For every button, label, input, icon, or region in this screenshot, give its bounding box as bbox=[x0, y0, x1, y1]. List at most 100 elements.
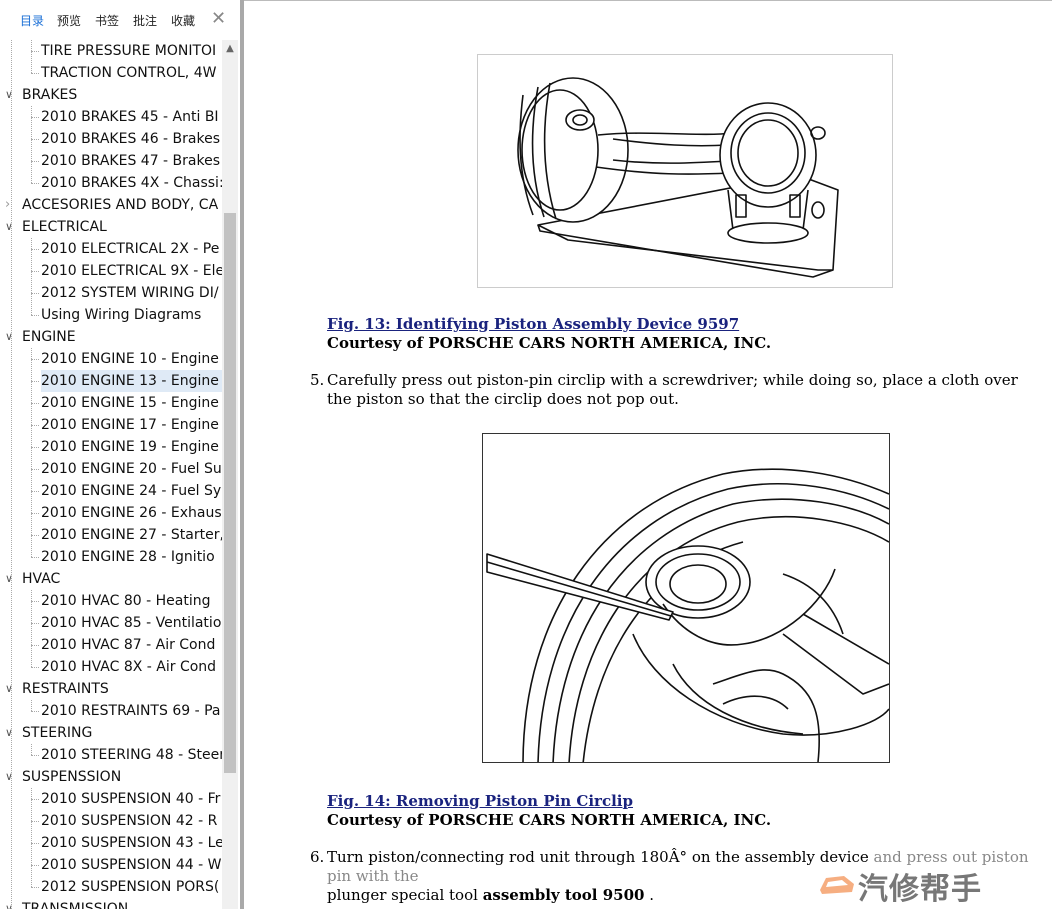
tool-name: assembly tool 9500 bbox=[482, 886, 645, 904]
toc-label: 2010 SUSPENSION 42 - R bbox=[41, 813, 218, 829]
tree-connector bbox=[31, 106, 32, 183]
tree-connector bbox=[31, 249, 39, 250]
toc-item[interactable]: 2010 HVAC 80 - Heating bbox=[0, 590, 222, 612]
toc-item[interactable]: 2010 ENGINE 28 - Ignitio bbox=[0, 546, 222, 568]
toc-category[interactable]: ∨ BRAKES bbox=[0, 84, 222, 106]
toc-item[interactable]: 2010 BRAKES 47 - Brakes bbox=[0, 150, 222, 172]
toc-item[interactable]: 2010 ENGINE 27 - Starter, bbox=[0, 524, 222, 546]
figure-14-image bbox=[482, 433, 890, 763]
toc-item[interactable]: 2010 SUSPENSION 40 - Fr bbox=[0, 788, 222, 810]
tree-connector bbox=[31, 700, 32, 711]
figure-14-courtesy: Courtesy of PORSCHE CARS NORTH AMERICA, … bbox=[327, 811, 772, 829]
toc-item[interactable]: 2010 SUSPENSION 42 - R bbox=[0, 810, 222, 832]
tab-favorites[interactable]: 收藏 bbox=[171, 12, 195, 29]
tree-connector bbox=[31, 887, 39, 888]
piston-assembly-illustration bbox=[517, 77, 839, 278]
toc-item[interactable]: 2010 BRAKES 46 - Brakes bbox=[0, 128, 222, 150]
toc-item[interactable]: 2010 HVAC 85 - Ventilatio bbox=[0, 612, 222, 634]
tree-connector bbox=[31, 117, 39, 118]
close-icon[interactable]: ✕ bbox=[211, 9, 226, 29]
toc-label: 2010 SUSPENSION 43 - Le bbox=[41, 835, 222, 851]
toc-label: ACCESORIES AND BODY, CA bbox=[22, 197, 219, 213]
toc-item[interactable]: 2010 ENGINE 20 - Fuel Su bbox=[0, 458, 222, 480]
tab-contents[interactable]: 目录 bbox=[20, 12, 44, 29]
scroll-up-icon[interactable]: ▲ bbox=[222, 40, 238, 58]
toc-label: 2010 ENGINE 28 - Ignitio bbox=[41, 549, 215, 565]
toc-item[interactable]: 2010 ENGINE 15 - Engine bbox=[0, 392, 222, 414]
toc-item[interactable]: TIRE PRESSURE MONITOI bbox=[0, 40, 222, 62]
tree-connector bbox=[31, 645, 39, 646]
toc-label: 2010 RESTRAINTS 69 - Pa bbox=[41, 703, 221, 719]
toc-category[interactable]: ∨ ENGINE bbox=[0, 326, 222, 348]
toc-item[interactable]: 2010 BRAKES 45 - Anti BI bbox=[0, 106, 222, 128]
toc-item[interactable]: 2010 ELECTRICAL 2X - Pe bbox=[0, 238, 222, 260]
toc-item[interactable]: 2010 ENGINE 13 - Engine bbox=[0, 370, 222, 392]
sidebar-tabs: 目录 预览 书签 批注 收藏 ✕ bbox=[0, 0, 240, 38]
car-logo-icon bbox=[820, 876, 854, 894]
tree-connector bbox=[31, 843, 39, 844]
step-number: 6. bbox=[310, 848, 325, 866]
tree-connector bbox=[31, 183, 39, 184]
tree-connector bbox=[31, 755, 39, 756]
tree-connector bbox=[31, 293, 39, 294]
toc-label: 2010 SUSPENSION 40 - Fr bbox=[41, 791, 221, 807]
toc-label: 2010 ENGINE 26 - Exhaus bbox=[41, 505, 222, 521]
toc-item[interactable]: 2012 SYSTEM WIRING DI/ bbox=[0, 282, 222, 304]
toc-category[interactable]: ∨ ELECTRICAL bbox=[0, 216, 222, 238]
tree-connector bbox=[31, 590, 32, 667]
chevron-right-icon[interactable]: › bbox=[5, 194, 10, 216]
step-text-part: plunger special tool bbox=[327, 886, 483, 904]
scrollbar-thumb[interactable] bbox=[224, 213, 236, 773]
tree-connector bbox=[31, 821, 39, 822]
tree-connector bbox=[31, 271, 39, 272]
toc-item[interactable]: 2010 RESTRAINTS 69 - Pa bbox=[0, 700, 222, 722]
document-page: Fig. 13: Identifying Piston Assembly Dev… bbox=[244, 0, 1052, 909]
tab-preview[interactable]: 预览 bbox=[57, 12, 81, 29]
toc-category[interactable]: ∨ HVAC bbox=[0, 568, 222, 590]
toc-item[interactable]: 2010 HVAC 87 - Air Cond bbox=[0, 634, 222, 656]
toc-item[interactable]: 2010 BRAKES 4X - Chassi: bbox=[0, 172, 222, 194]
toc-label: 2010 ENGINE 10 - Engine bbox=[41, 351, 219, 367]
toc-category[interactable]: ∨ RESTRAINTS bbox=[0, 678, 222, 700]
tree-connector bbox=[31, 315, 39, 316]
toc-label: 2010 ENGINE 27 - Starter, bbox=[41, 527, 222, 543]
toc-item[interactable]: TRACTION CONTROL, 4W bbox=[0, 62, 222, 84]
tree-connector bbox=[31, 51, 39, 52]
toc-item[interactable]: 2010 SUSPENSION 43 - Le bbox=[0, 832, 222, 854]
toc-category[interactable]: › ACCESORIES AND BODY, CA bbox=[0, 194, 222, 216]
toc-item[interactable]: 2010 ENGINE 19 - Engine bbox=[0, 436, 222, 458]
toc-label: TIRE PRESSURE MONITOI bbox=[41, 43, 217, 59]
toc-label: 2010 HVAC 80 - Heating bbox=[41, 593, 211, 609]
tab-annotations[interactable]: 批注 bbox=[133, 12, 157, 29]
toc-label: 2010 ENGINE 24 - Fuel Sy bbox=[41, 483, 222, 499]
tree-connector bbox=[31, 711, 39, 712]
figure-13-caption-link[interactable]: Fig. 13: Identifying Piston Assembly Dev… bbox=[327, 315, 739, 333]
tree-connector bbox=[31, 601, 39, 602]
tree-connector bbox=[31, 865, 39, 866]
tab-bookmarks[interactable]: 书签 bbox=[95, 12, 119, 29]
toc-item[interactable]: Using Wiring Diagrams bbox=[0, 304, 222, 326]
toc-item[interactable]: 2010 ENGINE 10 - Engine bbox=[0, 348, 222, 370]
toc-label: SUSPENSSION bbox=[22, 769, 122, 785]
toc-item[interactable]: 2010 ELECTRICAL 9X - Ele bbox=[0, 260, 222, 282]
sidebar-scrollbar[interactable]: ▲ bbox=[222, 40, 238, 909]
toc-label: 2010 HVAC 8X - Air Cond bbox=[41, 659, 217, 675]
toc-category[interactable]: ∨ SUSPENSSION bbox=[0, 766, 222, 788]
figure-14-caption-link[interactable]: Fig. 14: Removing Piston Pin Circlip bbox=[327, 792, 633, 810]
toc-item[interactable]: 2010 HVAC 8X - Air Cond bbox=[0, 656, 222, 678]
toc-item[interactable]: 2010 ENGINE 24 - Fuel Sy bbox=[0, 480, 222, 502]
toc-category[interactable]: ∨ STEERING bbox=[0, 722, 222, 744]
toc-item[interactable]: 2010 SUSPENSION 44 - W bbox=[0, 854, 222, 876]
toc-label: 2010 ELECTRICAL 2X - Pe bbox=[41, 241, 220, 257]
toc-item[interactable]: 2010 ENGINE 26 - Exhaus bbox=[0, 502, 222, 524]
toc-category[interactable]: ∨ TRANSMISSION bbox=[0, 898, 222, 909]
toc-label: 2010 STEERING 48 - Steer bbox=[41, 747, 222, 763]
toc-item[interactable]: 2012 SUSPENSION PORS( bbox=[0, 876, 222, 898]
toc-label: STEERING bbox=[22, 725, 93, 741]
toc-item[interactable]: 2010 STEERING 48 - Steer bbox=[0, 744, 222, 766]
tree-connector bbox=[31, 744, 32, 755]
tree-connector bbox=[31, 381, 39, 382]
toc-item[interactable]: 2010 ENGINE 17 - Engine bbox=[0, 414, 222, 436]
toc-label: ELECTRICAL bbox=[22, 219, 107, 235]
toc-label: 2010 HVAC 85 - Ventilatio bbox=[41, 615, 222, 631]
